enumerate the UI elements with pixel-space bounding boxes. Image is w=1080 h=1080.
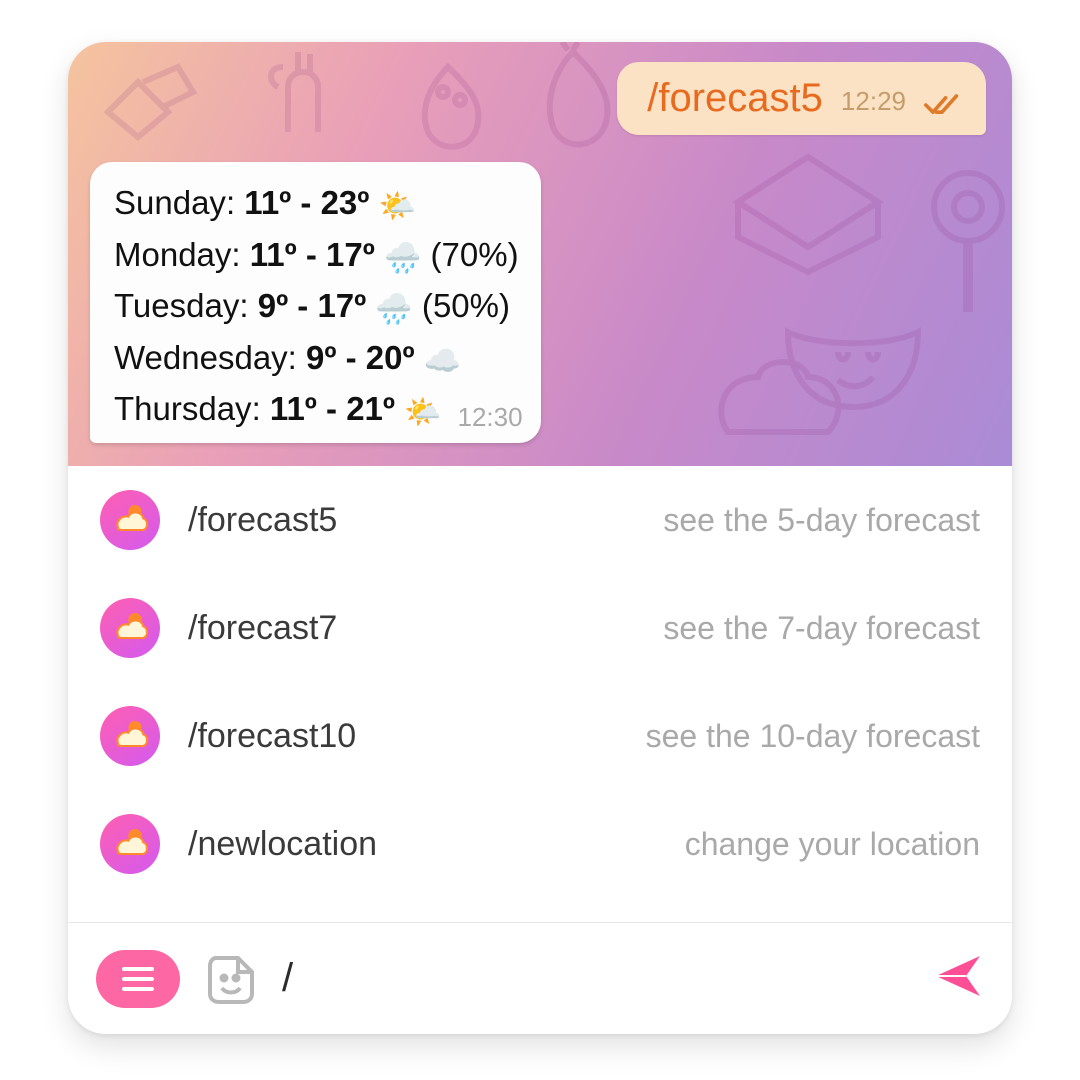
command-name: /forecast7 xyxy=(188,609,418,648)
command-item-forecast10[interactable]: /forecast10 see the 10-day forecast xyxy=(68,682,1012,790)
forecast-row: Wednesday: 9º - 20º ☁️ xyxy=(114,333,519,385)
forecast-row: Sunday: 11º - 23º 🌤️ xyxy=(114,178,519,230)
command-suggestions: /forecast5 see the 5-day forecast /forec… xyxy=(68,466,1012,898)
bot-avatar-icon xyxy=(100,490,160,550)
message-incoming[interactable]: Sunday: 11º - 23º 🌤️ Monday: 11º - 17º 🌧… xyxy=(90,162,541,443)
send-button[interactable] xyxy=(932,950,984,1007)
command-desc: change your location xyxy=(446,826,980,863)
read-check-icon xyxy=(924,91,960,121)
bot-avatar-icon xyxy=(100,814,160,874)
outgoing-text: /forecast5 xyxy=(647,76,823,121)
sticker-button[interactable] xyxy=(204,952,258,1006)
message-outgoing[interactable]: /forecast5 12:29 xyxy=(617,62,986,135)
chat-window: /forecast5 12:29 Sunday: 11º - 23º 🌤️ Mo… xyxy=(68,42,1012,1034)
command-name: /forecast10 xyxy=(188,717,418,756)
bot-avatar-icon xyxy=(100,706,160,766)
forecast-row: Tuesday: 9º - 17º 🌧️ (50%) xyxy=(114,281,519,333)
command-name: /forecast5 xyxy=(188,501,418,540)
commands-menu-button[interactable] xyxy=(96,950,180,1008)
bot-avatar-icon xyxy=(100,598,160,658)
message-input[interactable]: / xyxy=(282,956,908,1001)
command-desc: see the 10-day forecast xyxy=(446,718,980,755)
forecast-row: Monday: 11º - 17º 🌧️ (70%) xyxy=(114,230,519,282)
weather-icon: 🌤️ xyxy=(404,396,441,429)
command-item-forecast7[interactable]: /forecast7 see the 7-day forecast xyxy=(68,574,1012,682)
command-desc: see the 5-day forecast xyxy=(446,502,980,539)
command-item-newlocation[interactable]: /newlocation change your location xyxy=(68,790,1012,898)
input-bar: / xyxy=(68,922,1012,1034)
outgoing-time: 12:29 xyxy=(841,86,906,121)
command-item-forecast5[interactable]: /forecast5 see the 5-day forecast xyxy=(68,466,1012,574)
weather-icon: 🌧️ xyxy=(384,242,421,275)
weather-icon: 🌧️ xyxy=(375,293,412,326)
command-name: /newlocation xyxy=(188,825,418,864)
command-desc: see the 7-day forecast xyxy=(446,610,980,647)
weather-icon: 🌤️ xyxy=(379,190,416,223)
weather-icon: ☁️ xyxy=(424,345,461,378)
